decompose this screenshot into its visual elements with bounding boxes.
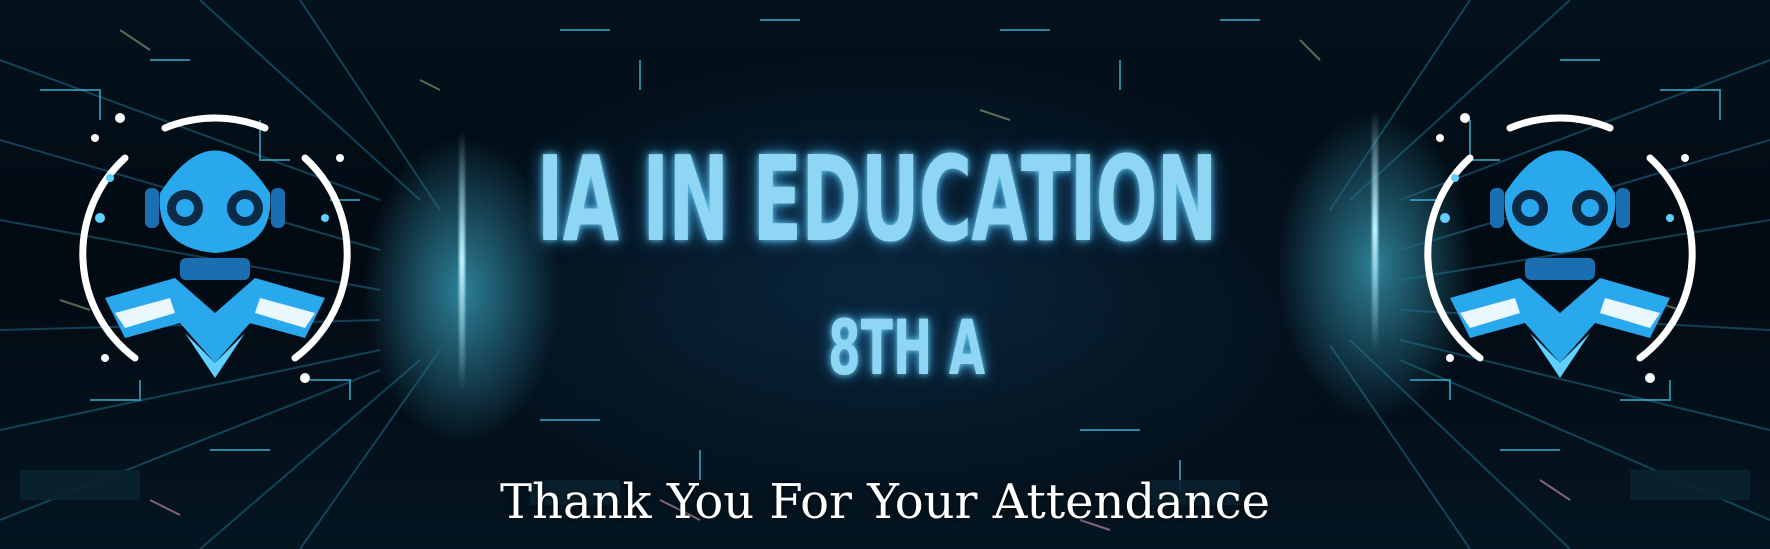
- thank-you-message: Thank You For Your Attendance: [500, 474, 1270, 530]
- light-beam-right: [1372, 110, 1378, 350]
- robot-logo-icon: [1424, 113, 1696, 383]
- robot-logo-icon: [79, 113, 351, 383]
- banner-title: IA IN EDUCATION: [536, 130, 1218, 268]
- light-beam-left: [459, 130, 465, 390]
- banner: IA IN EDUCATION 8TH A Thank You For Your…: [0, 0, 1770, 549]
- banner-subtitle: 8TH A: [828, 303, 986, 392]
